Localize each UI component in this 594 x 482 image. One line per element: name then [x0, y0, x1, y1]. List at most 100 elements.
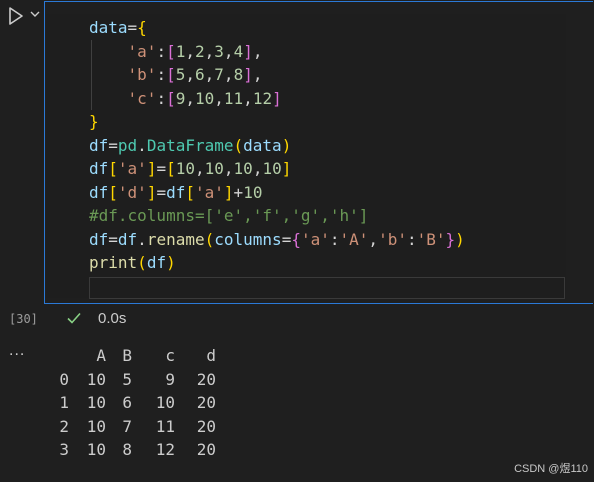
table-cell: 20	[196, 369, 216, 389]
table-cell: 20	[196, 393, 216, 412]
code-line[interactable]: #df.columns=['e','f','g','h']	[89, 204, 465, 228]
code-token: [	[166, 41, 176, 61]
execution-count: [30]	[9, 312, 38, 326]
code-token: 'a'	[117, 159, 147, 178]
code-token: 'c'	[127, 88, 157, 108]
table-cell: 6	[122, 393, 132, 412]
table-cell: 20	[196, 416, 216, 436]
code-token: 11	[223, 88, 244, 108]
cell-output: A B c d 0 10 5 9 20 1 10 6 10 20 2 10 7 …	[55, 344, 216, 462]
row-index: 1	[59, 393, 69, 412]
code-token: df	[89, 229, 109, 249]
code-token: ,	[223, 159, 234, 178]
code-token: ,	[185, 88, 195, 108]
code-token: [	[108, 159, 118, 178]
table-header-row: A B c d	[55, 344, 216, 368]
header-col: d	[206, 346, 216, 365]
code-token: ,	[204, 41, 215, 61]
code-line[interactable]: df=df.rename(columns={'a':'A','b':'B'})	[89, 228, 465, 252]
table-cell: 10	[86, 369, 106, 389]
code-line[interactable]: df['a']=[10,10,10,10]	[89, 157, 465, 181]
code-token: 10	[233, 159, 253, 178]
code-line[interactable]: }	[89, 110, 465, 134]
code-token: :	[156, 65, 167, 84]
code-token: 'a'	[127, 41, 157, 61]
table-cell: 8	[122, 440, 132, 459]
code-block[interactable]: data={ 'a':[1,2,3,4], 'b':[5,6,7,8], 'c'…	[89, 16, 465, 275]
current-line[interactable]	[89, 277, 565, 299]
code-token: 'b'	[378, 229, 407, 249]
chevron-down-icon[interactable]	[29, 8, 41, 20]
code-token: [	[166, 65, 176, 84]
code-token: ,	[214, 88, 224, 108]
code-token: +	[233, 182, 244, 202]
code-token: 7	[214, 65, 224, 84]
code-token: }	[445, 229, 456, 249]
header-index	[55, 344, 69, 368]
code-token: 6	[195, 65, 205, 84]
code-token: data	[89, 18, 128, 37]
code-token: rename	[146, 229, 205, 249]
code-token: 'A'	[339, 229, 369, 249]
code-token: ,	[252, 159, 263, 178]
code-token: 'a'	[195, 182, 224, 202]
code-line[interactable]: 'c':[9,10,11,12]	[89, 87, 465, 111]
ellipsis-icon[interactable]: ...	[9, 342, 25, 360]
code-token: ,	[185, 41, 195, 61]
code-token: 5	[175, 65, 186, 84]
code-line[interactable]: df['d']=df['a']+10	[89, 181, 465, 205]
code-token: {	[291, 229, 301, 249]
table-row: 2 10 7 11 20	[55, 415, 216, 439]
code-line[interactable]: 'a':[1,2,3,4],	[89, 40, 465, 64]
table-row: 1 10 6 10 20	[55, 391, 216, 415]
code-token: (	[204, 229, 215, 249]
code-token: pd	[117, 135, 138, 155]
check-icon	[67, 312, 81, 324]
code-token: ,	[252, 65, 263, 84]
code-token: )	[166, 253, 176, 272]
table-cell: 11	[155, 416, 175, 436]
code-token: {	[137, 18, 147, 37]
code-token: ,	[185, 65, 195, 84]
table-cell: 20	[196, 440, 216, 459]
code-token: 10	[243, 182, 263, 202]
code-token: 2	[195, 41, 205, 61]
code-token: 9	[175, 88, 186, 108]
code-line[interactable]: df=pd.DataFrame(data)	[89, 134, 465, 158]
code-token: ]	[146, 159, 157, 178]
code-token: [	[166, 159, 176, 178]
code-token: :	[329, 229, 340, 249]
code-token: 'd'	[117, 182, 147, 202]
code-token: 10	[195, 88, 215, 108]
header-col: B	[122, 346, 132, 365]
code-line[interactable]: data={	[89, 16, 465, 40]
code-token: .	[137, 135, 147, 155]
row-index: 3	[59, 440, 69, 459]
table-cell: 10	[86, 416, 106, 436]
code-token: )	[455, 229, 465, 249]
watermark: CSDN @煜110	[514, 463, 588, 475]
code-token: ,	[195, 159, 205, 178]
code-line[interactable]: 'b':[5,6,7,8],	[89, 63, 465, 87]
table-cell: 9	[165, 369, 175, 389]
code-token: (	[233, 135, 244, 155]
row-index: 2	[59, 416, 69, 436]
code-line[interactable]: print(df)	[89, 251, 465, 275]
dataframe-output: A B c d 0 10 5 9 20 1 10 6 10 20 2 10 7 …	[55, 344, 216, 462]
code-token: 1	[175, 41, 186, 61]
code-token: df	[117, 229, 138, 249]
code-token: (	[137, 253, 147, 272]
code-token: df	[166, 182, 186, 202]
notebook-view: data={ 'a':[1,2,3,4], 'b':[5,6,7,8], 'c'…	[0, 0, 594, 482]
execution-duration: 0.0s	[98, 310, 127, 327]
table-cell: 10	[155, 393, 175, 412]
code-token: data	[243, 135, 282, 155]
play-icon[interactable]	[6, 6, 26, 26]
code-token: 10	[262, 159, 282, 178]
code-token: df	[89, 135, 109, 155]
code-token: 'a'	[300, 229, 330, 249]
code-token: df	[89, 159, 109, 178]
